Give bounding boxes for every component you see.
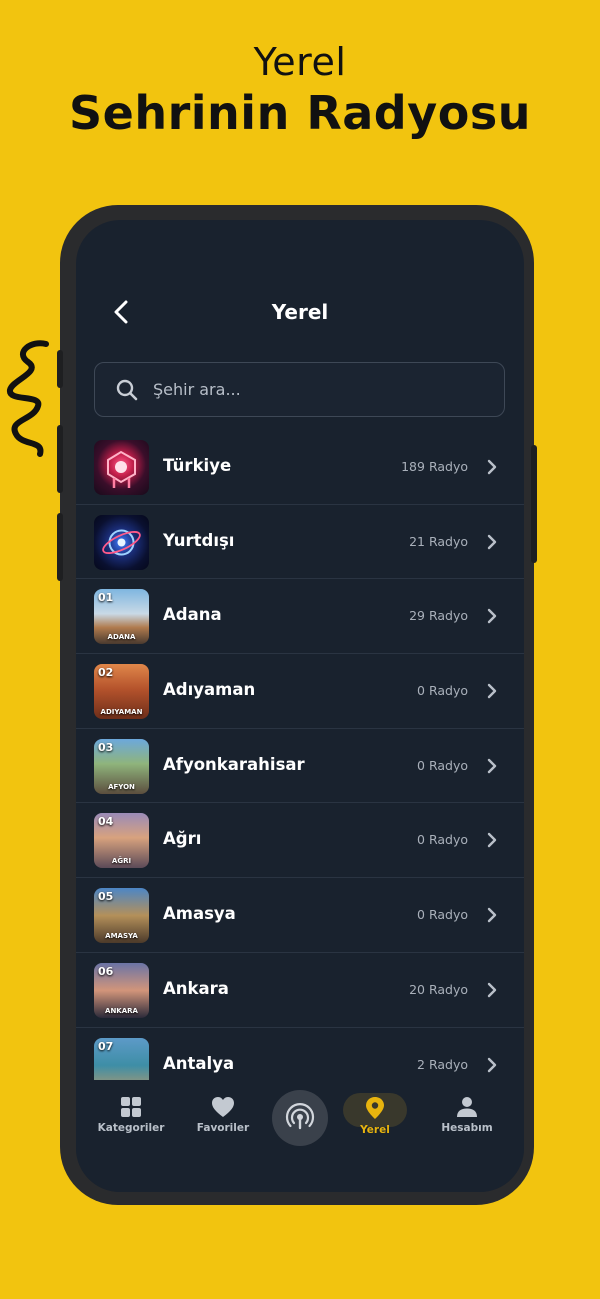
radio-count: 0 Radyo (417, 757, 468, 773)
plate-number: 02 (98, 666, 114, 680)
city-thumbnail: 02 ADIYAMAN (94, 664, 149, 720)
tab-label: Kategoriler (97, 1122, 165, 1134)
user-icon (457, 1097, 477, 1117)
city-thumbnail: 01 ADANA (94, 589, 149, 645)
heart-icon (212, 1097, 234, 1117)
phone-side-button (531, 445, 537, 563)
phone-side-button (57, 513, 63, 581)
list-item[interactable]: 02 ADIYAMAN Adıyaman 0 Radyo (76, 654, 524, 729)
search-bar[interactable] (94, 362, 505, 417)
plate-number: 04 (98, 815, 114, 829)
city-name: Yurtdışı (163, 530, 235, 550)
list-item[interactable]: 04 AĞRI Ağrı 0 Radyo (76, 803, 524, 879)
phone-side-button (57, 425, 63, 493)
promo-line-1: Yerel (253, 40, 347, 84)
thumbnail-city-label: ADIYAMAN (100, 708, 143, 717)
radio-count: 2 Radyo (417, 1056, 468, 1072)
radio-count: 29 Radyo (409, 608, 468, 624)
city-thumbnail: 05 AMASYA (94, 888, 149, 944)
chevron-right-icon (487, 609, 497, 624)
city-thumbnail (94, 440, 149, 495)
list-item[interactable]: 03 AFYON Afyonkarahisar 0 Radyo (76, 729, 524, 804)
list-item[interactable]: 06 ANKARA Ankara 20 Radyo (76, 953, 524, 1028)
tab-label: Hesabım (441, 1122, 493, 1134)
tab-hesabim[interactable]: Hesabım (422, 1090, 512, 1150)
chevron-right-icon (487, 1057, 497, 1072)
city-thumbnail: 03 AFYON (94, 738, 149, 794)
chevron-right-icon (487, 534, 497, 549)
thumbnail-city-label: AMASYA (105, 932, 138, 941)
thumbnail-city-label: AĞRI (111, 857, 132, 866)
plate-number: 05 (98, 890, 114, 904)
chevron-right-icon (487, 982, 497, 998)
city-name: Adana (163, 605, 222, 625)
chevron-right-icon (487, 683, 497, 699)
city-name: Ankara (163, 978, 229, 998)
thumbnail-city-label: AFYON (108, 782, 135, 791)
city-name: Türkiye (163, 456, 232, 475)
list-item[interactable]: 05 AMASYA Amasya 0 Radyo (76, 878, 524, 953)
city-thumbnail: 04 AĞRI (94, 813, 149, 869)
broadcast-icon (285, 1103, 315, 1130)
nav-header: Yerel (76, 290, 524, 334)
chevron-right-icon (487, 833, 497, 848)
city-name: Afyonkarahisar (163, 754, 305, 774)
phone-side-button (57, 350, 63, 388)
tab-radio-center[interactable] (272, 1090, 328, 1146)
tab-favoriler[interactable]: Favoriler (178, 1090, 268, 1150)
plate-number: 07 (98, 1039, 114, 1053)
list-item[interactable]: 01 ADANA Adana 29 Radyo (76, 579, 524, 655)
radio-count: 189 Radyo (401, 459, 468, 474)
plate-number: 01 (98, 591, 114, 605)
city-thumbnail: 06 ANKARA (94, 962, 149, 1018)
city-name: Ağrı (163, 829, 202, 849)
city-name: Amasya (163, 904, 236, 924)
tab-yerel[interactable]: Yerel (330, 1090, 420, 1150)
squiggle-decoration (7, 340, 49, 457)
city-name: Adıyaman (163, 680, 256, 700)
app-screen: Yerel Türkiye 189 Radyo Yurtdışı 21 Radyo 01… (76, 220, 524, 1192)
page-title: Yerel (271, 300, 329, 324)
search-icon (116, 379, 138, 401)
thumbnail-city-label: ANKARA (105, 1006, 138, 1015)
city-thumbnail (94, 514, 149, 570)
plate-number: 03 (98, 740, 114, 754)
radio-count: 0 Radyo (417, 683, 468, 699)
radio-count: 0 Radyo (417, 832, 468, 848)
radio-count: 20 Radyo (409, 981, 468, 997)
city-list: Türkiye 189 Radyo Yurtdışı 21 Radyo 01 ADANA A… (76, 430, 524, 1103)
city-name: Antalya (163, 1053, 235, 1073)
plate-number: 06 (98, 964, 114, 978)
location-pin-icon (366, 1097, 384, 1119)
tab-kategoriler[interactable]: Kategoriler (86, 1090, 176, 1150)
list-item[interactable]: Türkiye 189 Radyo (76, 430, 524, 505)
chevron-right-icon (487, 907, 497, 923)
thumbnail-city-label: ADANA (107, 633, 136, 642)
chevron-right-icon (487, 459, 497, 475)
chevron-right-icon (487, 758, 497, 773)
search-input[interactable] (153, 373, 483, 405)
list-item[interactable]: Yurtdışı 21 Radyo (76, 505, 524, 580)
grid-icon (121, 1097, 141, 1117)
radio-count: 0 Radyo (417, 907, 468, 923)
radio-count: 21 Radyo (409, 533, 468, 549)
tab-label: Yerel (360, 1124, 390, 1136)
promo-line-2: Sehrinin Radyosu (69, 86, 531, 140)
tab-label: Favoriler (196, 1122, 250, 1134)
